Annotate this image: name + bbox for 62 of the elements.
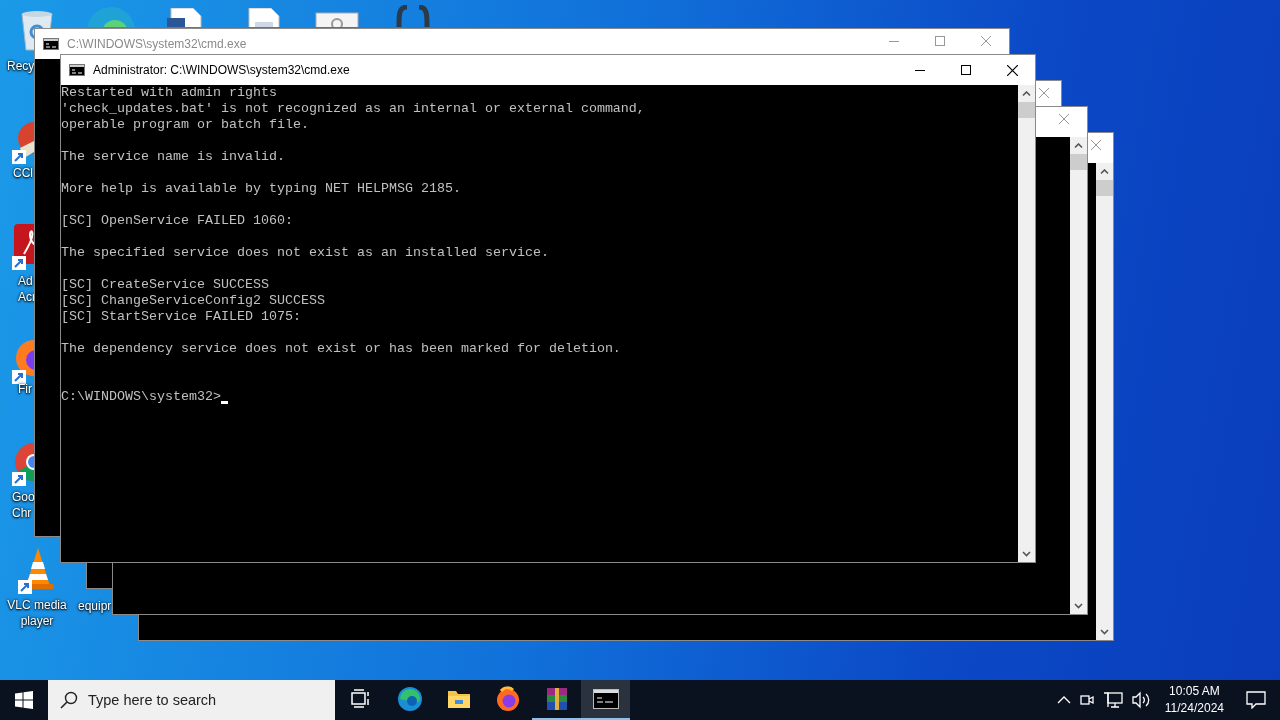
scroll-thumb[interactable]	[1096, 180, 1113, 196]
clock-time[interactable]: 10:05 AM	[1169, 683, 1220, 700]
search-field[interactable]: Type here to search	[48, 680, 335, 720]
console-line: [SC] CreateService SUCCESS	[61, 277, 270, 293]
console-line: The service name is invalid.	[61, 149, 286, 165]
scrollbar[interactable]	[1070, 137, 1087, 614]
close-icon	[1039, 88, 1049, 98]
maximize-icon	[961, 65, 971, 75]
console-line: [SC] StartService FAILED 1075:	[61, 309, 302, 325]
icon-label: CCl	[13, 165, 33, 181]
firefox-icon	[494, 686, 521, 712]
maximize-icon	[935, 36, 945, 46]
console-line: The specified service does not exist as an installed service.	[61, 245, 550, 261]
scrollbar[interactable]	[1096, 163, 1113, 640]
taskbar-button[interactable]	[581, 680, 630, 720]
close-icon	[1091, 140, 1101, 150]
console-line: More help is available by typing NET HELPMSG 2185.	[61, 181, 462, 197]
folder-icon	[446, 688, 471, 710]
icon-label: equipr	[78, 598, 112, 614]
chevron-up-icon	[1074, 142, 1083, 149]
text-cursor	[220, 401, 228, 404]
icon-label: player	[20, 613, 54, 629]
search-icon	[60, 691, 78, 709]
icon-label: Fir	[18, 381, 32, 397]
console-line: Restarted with admin rights	[61, 85, 278, 101]
window-title: Administrator: C:\WINDOWS\system32\cmd.exe	[93, 63, 350, 77]
settings-window-icon[interactable]	[315, 12, 359, 27]
chevron-down-icon	[1074, 602, 1083, 609]
task-view-icon	[349, 689, 372, 709]
icon-label: Ad	[18, 273, 33, 289]
volume-icon[interactable]	[1130, 691, 1151, 709]
window-title: C:\WINDOWS\system32\cmd.exe	[67, 37, 247, 51]
chevron-down-icon	[1100, 628, 1109, 635]
command-prompt: C:\WINDOWS\system32>	[61, 389, 221, 405]
console-line: [SC] ChangeServiceConfig2 SUCCESS	[61, 293, 326, 309]
clock-date[interactable]: 11/24/2024	[1164, 700, 1224, 717]
edge-icon	[396, 686, 423, 712]
icon-label: Goo	[12, 489, 35, 505]
windows-logo-icon	[15, 691, 33, 709]
console-line: 'check_updates.bat' is not recognized as an internal or external command,	[61, 101, 646, 117]
console-icon	[43, 38, 59, 50]
console-line: operable program or batch file.	[61, 117, 310, 133]
console-icon	[69, 64, 85, 76]
scroll-thumb[interactable]	[1070, 154, 1087, 170]
console-line: [SC] OpenService FAILED 1060:	[61, 213, 294, 229]
icon-label: VLC media	[7, 597, 67, 613]
icon-label: Acr	[18, 289, 36, 305]
document-icon[interactable]	[165, 8, 205, 27]
chevron-up-icon[interactable]	[1056, 695, 1071, 705]
notification-icon[interactable]	[1246, 691, 1266, 709]
braces-icon[interactable]	[395, 5, 431, 27]
chevron-up-icon	[1100, 168, 1109, 175]
document-icon[interactable]	[245, 8, 283, 27]
console-line: The dependency service does not exist or has been marked for deletion.	[61, 341, 622, 357]
pdf-reader-icon[interactable]	[12, 224, 34, 270]
network-icon[interactable]	[1102, 691, 1123, 709]
close-icon	[1006, 64, 1018, 76]
console-icon	[592, 689, 619, 709]
close-icon	[1059, 114, 1069, 124]
close-icon	[981, 36, 991, 46]
icon-label: Recy	[7, 58, 35, 74]
icon-label: Chr	[12, 505, 32, 521]
